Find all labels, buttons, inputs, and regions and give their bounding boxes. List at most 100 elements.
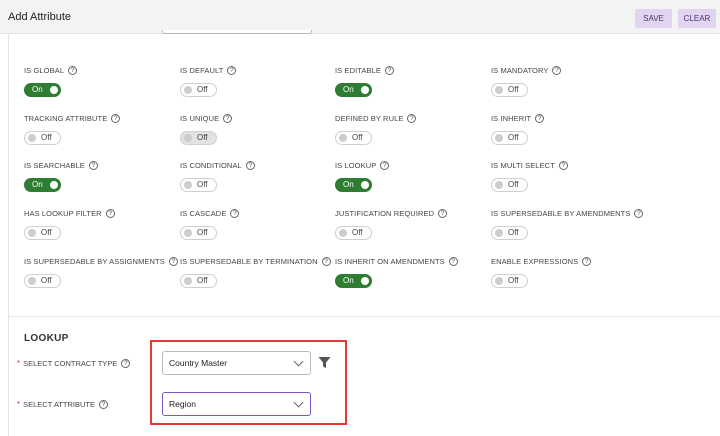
field-is-lookup: IS LOOKUP? On — [335, 161, 485, 192]
toggle-has-lookup-filter[interactable]: Off — [24, 226, 61, 240]
toggle-is-unique[interactable]: Off — [180, 131, 217, 145]
help-icon[interactable]: ? — [384, 66, 394, 75]
help-icon[interactable]: ? — [68, 66, 78, 75]
contract-type-label: * SELECT CONTRACT TYPE? — [17, 359, 131, 368]
help-icon[interactable]: ? — [448, 257, 458, 266]
required-marker: * — [17, 359, 21, 368]
save-button[interactable]: SAVE — [635, 9, 672, 28]
field-defined-by-rule: DEFINED BY RULE? Off — [335, 114, 485, 145]
toggle-is-lookup[interactable]: On — [335, 178, 372, 192]
toggle-is-inherit[interactable]: Off — [491, 131, 528, 145]
help-icon[interactable]: ? — [321, 257, 331, 266]
help-icon[interactable]: ? — [407, 114, 417, 123]
toggle-knob — [495, 134, 503, 142]
help-icon[interactable]: ? — [552, 66, 562, 75]
field-label: IS DEFAULT? — [180, 66, 330, 76]
field-label-text: IS CONDITIONAL — [180, 161, 242, 170]
toggle-justification-required[interactable]: Off — [335, 226, 372, 240]
help-icon[interactable]: ? — [223, 114, 233, 123]
help-icon[interactable]: ? — [168, 257, 178, 266]
help-icon[interactable]: ? — [98, 400, 108, 409]
help-icon[interactable]: ? — [245, 161, 255, 170]
toggle-knob — [339, 134, 347, 142]
field-is-unique: IS UNIQUE? Off — [180, 114, 330, 145]
help-icon[interactable]: ? — [105, 209, 115, 218]
field-is-mandatory: IS MANDATORY? Off — [491, 66, 641, 97]
toggle-is-conditional[interactable]: Off — [180, 178, 217, 192]
field-label: IS LOOKUP? — [335, 161, 485, 171]
toggle-state-text: Off — [197, 180, 208, 189]
help-icon[interactable]: ? — [438, 209, 448, 218]
contract-type-value: Country Master — [169, 358, 228, 368]
toggle-is-supersedable-by-termination[interactable]: Off — [180, 274, 217, 288]
field-label-text: DEFINED BY RULE — [335, 114, 404, 123]
toggle-state-text: On — [343, 85, 354, 94]
toggle-knob — [184, 134, 192, 142]
toggle-state-text: Off — [352, 133, 363, 142]
contract-type-select[interactable]: Country Master — [162, 351, 311, 375]
attribute-select[interactable]: Region — [162, 392, 311, 416]
toggle-is-multi-select[interactable]: Off — [491, 178, 528, 192]
toggle-knob — [495, 229, 503, 237]
toggle-is-mandatory[interactable]: Off — [491, 83, 528, 97]
help-icon[interactable]: ? — [88, 161, 98, 170]
toggle-defined-by-rule[interactable]: Off — [335, 131, 372, 145]
field-label-text: IS SUPERSEDABLE BY ASSIGNMENTS — [24, 257, 165, 266]
toggle-is-supersedable-by-amendments[interactable]: Off — [491, 226, 528, 240]
toggle-is-default[interactable]: Off — [180, 83, 217, 97]
help-icon[interactable]: ? — [634, 209, 644, 218]
help-icon[interactable]: ? — [230, 209, 240, 218]
field-label: IS SUPERSEDABLE BY TERMINATION? — [180, 257, 331, 267]
field-label-text: IS LOOKUP — [335, 161, 377, 170]
field-is-editable: IS EDITABLE? On — [335, 66, 485, 97]
filter-icon[interactable] — [318, 356, 331, 369]
field-tracking-attribute: TRACKING ATTRIBUTE? Off — [24, 114, 174, 145]
toggle-is-inherit-on-amendments[interactable]: On — [335, 274, 372, 288]
toggle-is-supersedable-by-assignments[interactable]: Off — [24, 274, 61, 288]
field-is-conditional: IS CONDITIONAL? Off — [180, 161, 330, 192]
field-is-inherit-on-amendments: IS INHERIT ON AMENDMENTS? On — [335, 257, 485, 288]
field-label: DEFINED BY RULE? — [335, 114, 485, 124]
content-border — [8, 34, 9, 436]
header-bar: Add Attribute SAVE CLEAR — [0, 0, 720, 34]
chevron-down-icon — [293, 397, 304, 408]
clear-button[interactable]: CLEAR — [678, 9, 716, 28]
toggle-is-editable[interactable]: On — [335, 83, 372, 97]
field-label: IS EDITABLE? — [335, 66, 485, 76]
help-icon[interactable]: ? — [111, 114, 121, 123]
toggle-knob — [28, 277, 36, 285]
field-label-text: IS SUPERSEDABLE BY TERMINATION — [180, 257, 318, 266]
field-label: IS SEARCHABLE? — [24, 161, 174, 171]
toggle-state-text: Off — [197, 228, 208, 237]
toggle-knob — [361, 277, 369, 285]
field-label: IS MULTI SELECT? — [491, 161, 641, 171]
toggle-state-text: Off — [197, 276, 208, 285]
field-label: HAS LOOKUP FILTER? — [24, 209, 174, 219]
toggle-enable-expressions[interactable]: Off — [491, 274, 528, 288]
attribute-value: Region — [169, 399, 196, 409]
help-icon[interactable]: ? — [582, 257, 592, 266]
toggle-is-searchable[interactable]: On — [24, 178, 61, 192]
toggle-knob — [495, 181, 503, 189]
help-icon[interactable]: ? — [380, 161, 390, 170]
toggle-knob — [184, 277, 192, 285]
help-icon[interactable]: ? — [558, 161, 568, 170]
field-label: IS SUPERSEDABLE BY AMENDMENTS? — [491, 209, 644, 219]
field-label-text: IS MANDATORY — [491, 66, 549, 75]
field-label-text: IS SUPERSEDABLE BY AMENDMENTS — [491, 209, 631, 218]
help-icon[interactable]: ? — [535, 114, 545, 123]
attribute-label: * SELECT ATTRIBUTE? — [17, 400, 108, 409]
field-has-lookup-filter: HAS LOOKUP FILTER? Off — [24, 209, 174, 240]
toggle-knob — [50, 181, 58, 189]
field-justification-required: JUSTIFICATION REQUIRED? Off — [335, 209, 485, 240]
toggle-tracking-attribute[interactable]: Off — [24, 131, 61, 145]
toggle-state-text: Off — [41, 228, 52, 237]
toggle-is-global[interactable]: On — [24, 83, 61, 97]
toggle-state-text: Off — [197, 85, 208, 94]
toggle-is-cascade[interactable]: Off — [180, 226, 217, 240]
field-label-text: IS MULTI SELECT — [491, 161, 555, 170]
field-label: IS GLOBAL? — [24, 66, 174, 76]
help-icon[interactable]: ? — [121, 359, 131, 368]
help-icon[interactable]: ? — [227, 66, 237, 75]
field-label: IS MANDATORY? — [491, 66, 641, 76]
